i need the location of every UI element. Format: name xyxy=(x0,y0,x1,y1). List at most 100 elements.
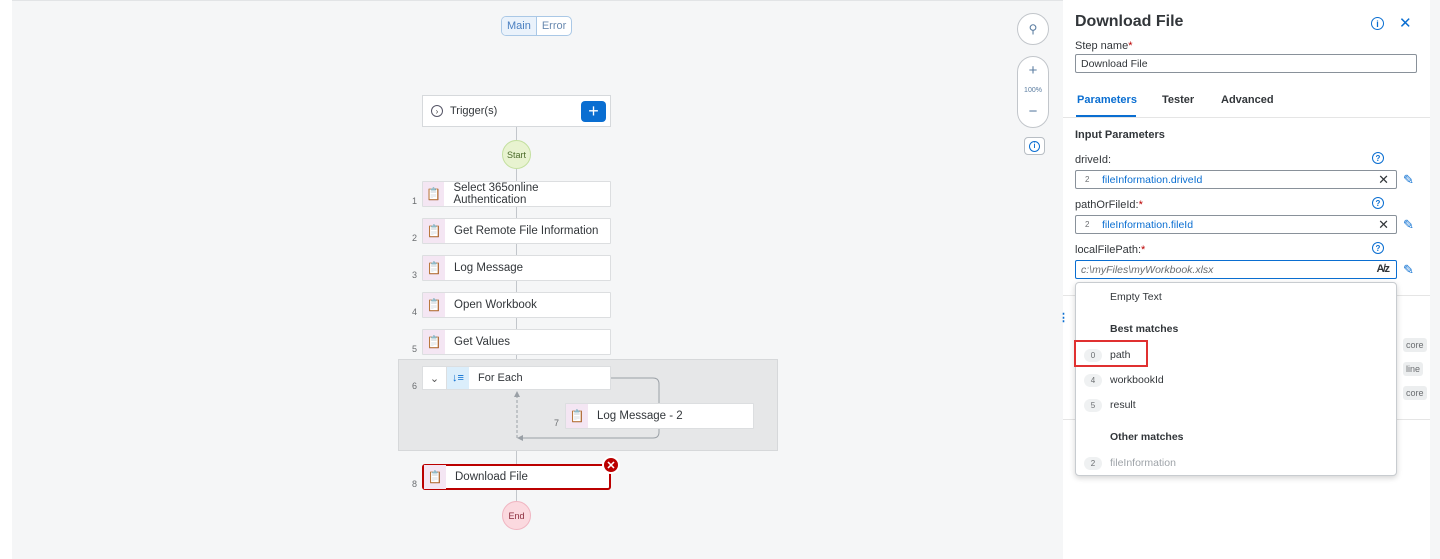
tab-parameters[interactable]: Parameters xyxy=(1077,94,1137,106)
step-label: Open Workbook xyxy=(454,299,537,311)
step-number: 6 xyxy=(412,381,418,391)
step-label: Log Message - 2 xyxy=(597,410,683,422)
info-icon[interactable]: i xyxy=(1371,17,1384,30)
connector xyxy=(516,127,517,140)
search-button[interactable]: ⚲ xyxy=(1017,13,1049,45)
more-icon[interactable]: ⋮ xyxy=(1058,311,1069,324)
other-matches-header: Other matches xyxy=(1110,431,1184,443)
add-trigger-button[interactable]: + xyxy=(581,101,606,122)
tab-tester[interactable]: Tester xyxy=(1162,94,1194,106)
start-node: Start xyxy=(502,140,531,169)
suggestion-workbookid[interactable]: workbookId xyxy=(1110,374,1164,386)
trigger-label: Trigger(s) xyxy=(450,105,498,117)
left-gutter xyxy=(0,0,12,559)
step-number: 8 xyxy=(412,479,418,489)
zoom-control: + 100% − xyxy=(1017,56,1049,128)
step-label: Log Message xyxy=(454,262,524,274)
connector xyxy=(516,489,517,501)
token-value: fileInformation.fileId xyxy=(1102,219,1194,231)
scrollbar[interactable] xyxy=(1430,0,1440,559)
help-icon[interactable]: ? xyxy=(1372,242,1384,254)
step-label: Get Remote File Information xyxy=(454,225,599,237)
pathorfileid-field[interactable]: 2 fileInformation.fileId ✕ xyxy=(1075,215,1397,234)
clipboard-icon: 📋 xyxy=(423,219,445,243)
input-value: c:\myFiles\myWorkbook.xlsx xyxy=(1081,264,1214,276)
step-number: 5 xyxy=(412,344,418,354)
edit-icon[interactable]: ✎ xyxy=(1403,172,1414,188)
step-node[interactable]: 📋 Log Message - 2 xyxy=(565,403,754,429)
close-icon[interactable]: ✕ xyxy=(1399,14,1412,32)
step-node[interactable]: 📋 Open Workbook xyxy=(422,292,611,318)
step-label: Download File xyxy=(455,471,528,483)
edit-icon[interactable]: ✎ xyxy=(1403,262,1414,278)
match-count: 4 xyxy=(1084,374,1102,387)
best-matches-header: Best matches xyxy=(1110,323,1179,335)
edit-icon[interactable]: ✎ xyxy=(1403,217,1414,233)
step-name-input[interactable]: Download File xyxy=(1075,54,1417,73)
error-icon[interactable]: ✕ xyxy=(602,456,620,474)
zoom-level[interactable]: 100% xyxy=(1018,87,1048,94)
step-node-selected[interactable]: 📋 Download File xyxy=(422,464,611,490)
active-tab-indicator xyxy=(1076,115,1136,117)
clear-icon[interactable]: ✕ xyxy=(1378,172,1389,188)
chevron-down-icon[interactable]: ⌄ xyxy=(423,366,447,390)
step-node[interactable]: 📋 Get Remote File Information xyxy=(422,218,611,244)
connector xyxy=(516,451,517,465)
suggestion-dropdown: Empty Text Best matches 0 path 4 workboo… xyxy=(1075,282,1397,476)
tab-advanced[interactable]: Advanced xyxy=(1221,94,1274,106)
param-label: localFilePath:* xyxy=(1075,244,1146,256)
clipboard-icon: 📋 xyxy=(423,293,445,317)
step-node[interactable]: 📋 Log Message xyxy=(422,255,611,281)
main-error-toggle[interactable]: Main Error xyxy=(501,16,573,36)
suggestion-result[interactable]: result xyxy=(1110,399,1136,411)
clipboard-icon: 📋 xyxy=(423,256,445,280)
step-label: For Each xyxy=(478,372,523,384)
step-name-label: Step name* xyxy=(1075,40,1133,52)
chevron-right-icon: › xyxy=(431,105,443,117)
match-count: 5 xyxy=(1084,399,1102,412)
match-count: 2 xyxy=(1084,457,1102,470)
clipboard-icon: 📋 xyxy=(566,404,588,428)
token-count: 2 xyxy=(1085,220,1090,229)
step-node[interactable]: 📋 Select 365online Authentication xyxy=(422,181,611,207)
step-number: 3 xyxy=(412,270,418,280)
token-value: fileInformation.driveId xyxy=(1102,174,1203,186)
clear-icon[interactable]: ✕ xyxy=(1378,217,1389,233)
clipboard-icon: 📋 xyxy=(423,182,445,206)
hidden-token: core xyxy=(1403,386,1427,400)
search-icon: ⚲ xyxy=(1028,22,1038,36)
info-button[interactable]: i xyxy=(1024,137,1045,155)
help-icon[interactable]: ? xyxy=(1372,152,1384,164)
for-each-node[interactable]: ⌄ ↓≡ For Each xyxy=(422,366,611,390)
driveid-field[interactable]: 2 fileInformation.driveId ✕ xyxy=(1075,170,1397,189)
section-title: Input Parameters xyxy=(1075,129,1165,141)
step-node[interactable]: 📋 Get Values xyxy=(422,329,611,355)
highlight-box xyxy=(1074,340,1148,367)
step-number: 7 xyxy=(554,418,560,428)
step-label: Select 365online Authentication xyxy=(453,182,539,206)
param-label: driveId: xyxy=(1075,154,1112,166)
suggestion-fileinformation[interactable]: fileInformation xyxy=(1110,457,1176,469)
end-node: End xyxy=(502,501,531,530)
step-number: 1 xyxy=(412,196,418,206)
zoom-in-button[interactable]: + xyxy=(1018,62,1048,79)
info-icon: i xyxy=(1029,140,1040,152)
clipboard-icon: 📋 xyxy=(424,465,446,489)
step-number: 4 xyxy=(412,307,418,317)
text-format-icon[interactable]: A̸z xyxy=(1377,263,1390,275)
trigger-node[interactable]: › Trigger(s) + xyxy=(422,95,611,127)
panel-title: Download File xyxy=(1075,13,1184,30)
param-label: pathOrFileId:* xyxy=(1075,199,1143,211)
help-icon[interactable]: ? xyxy=(1372,197,1384,209)
localfilepath-input[interactable]: c:\myFiles\myWorkbook.xlsx A̸z xyxy=(1075,260,1397,279)
tab-main[interactable]: Main xyxy=(502,17,537,35)
empty-text-option[interactable]: Empty Text xyxy=(1110,291,1162,303)
hidden-token: core xyxy=(1403,338,1427,352)
sort-icon: ↓≡ xyxy=(447,367,469,389)
zoom-out-button[interactable]: − xyxy=(1018,103,1048,120)
tab-error[interactable]: Error xyxy=(537,17,571,35)
token-count: 2 xyxy=(1085,175,1090,184)
step-label: Get Values xyxy=(454,336,511,348)
hidden-token: line xyxy=(1403,362,1424,376)
clipboard-icon: 📋 xyxy=(423,330,445,354)
